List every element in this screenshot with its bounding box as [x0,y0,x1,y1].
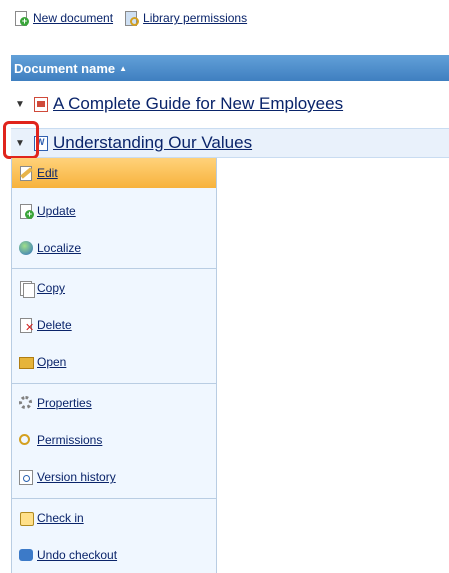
menu-item-label: Permissions [37,433,103,447]
permissions-key-icon [18,432,34,448]
toolbar: + New document Library permissions [13,9,257,27]
library-permissions-label[interactable]: Library permissions [143,11,247,25]
document-title-link[interactable]: Understanding Our Values [53,133,252,153]
properties-gear-icon [18,395,34,411]
menu-item-edit[interactable]: Edit [12,158,216,188]
menu-separator [12,268,216,269]
menu-item-delete[interactable]: ✕ Delete [12,310,216,340]
delete-icon: ✕ [18,317,34,334]
menu-item-open[interactable]: Open [12,347,216,377]
menu-item-label: Properties [37,396,92,410]
menu-item-check-in[interactable]: Check in [12,503,216,533]
undo-checkout-icon [18,547,34,563]
menu-item-label: Open [37,355,67,369]
pdf-document-icon [33,96,49,112]
library-permissions-icon [123,10,140,26]
highlight-box [3,121,39,159]
menu-item-label: Check in [37,511,84,525]
menu-item-localize[interactable]: Localize [12,233,216,263]
menu-item-permissions[interactable]: Permissions [12,425,216,455]
menu-item-label: Version history [37,470,116,484]
globe-icon [18,240,34,256]
menu-separator [12,498,216,499]
menu-item-label: Update [37,204,76,218]
column-header-label: Document name [14,60,116,76]
table-row-selected: ▼ Understanding Our Values [11,128,449,158]
new-document-button[interactable]: + New document [13,10,113,26]
new-document-icon: + [13,10,29,26]
update-icon: + [18,203,34,219]
menu-item-version-history[interactable]: Version history [12,462,216,492]
menu-separator [12,383,216,384]
document-title-link[interactable]: A Complete Guide for New Employees [53,94,343,114]
row-menu-toggle-icon[interactable]: ▼ [11,99,29,110]
menu-item-label: Copy [37,281,66,295]
menu-item-label: Undo checkout [37,548,118,562]
menu-item-label: Localize [37,241,82,255]
menu-item-label: Delete [37,318,72,332]
table-row: ▼ A Complete Guide for New Employees [11,89,449,119]
menu-item-properties[interactable]: Properties [12,388,216,418]
check-in-icon [18,510,34,526]
menu-item-copy[interactable]: Copy [12,273,216,303]
edit-icon [18,165,34,181]
column-header-document-name[interactable]: Document name ▲ [11,55,449,81]
menu-item-undo-checkout[interactable]: Undo checkout [12,540,216,570]
version-history-icon [18,469,34,485]
menu-item-label: Edit [37,166,58,180]
context-menu: Edit + Update Localize Copy ✕ Delete Ope… [11,158,217,573]
sort-asc-icon: ▲ [119,63,128,73]
copy-icon [18,280,35,298]
menu-item-update[interactable]: + Update [12,196,216,226]
new-document-label[interactable]: New document [33,11,113,25]
open-folder-icon [18,354,34,370]
library-permissions-button[interactable]: Library permissions [123,10,247,26]
